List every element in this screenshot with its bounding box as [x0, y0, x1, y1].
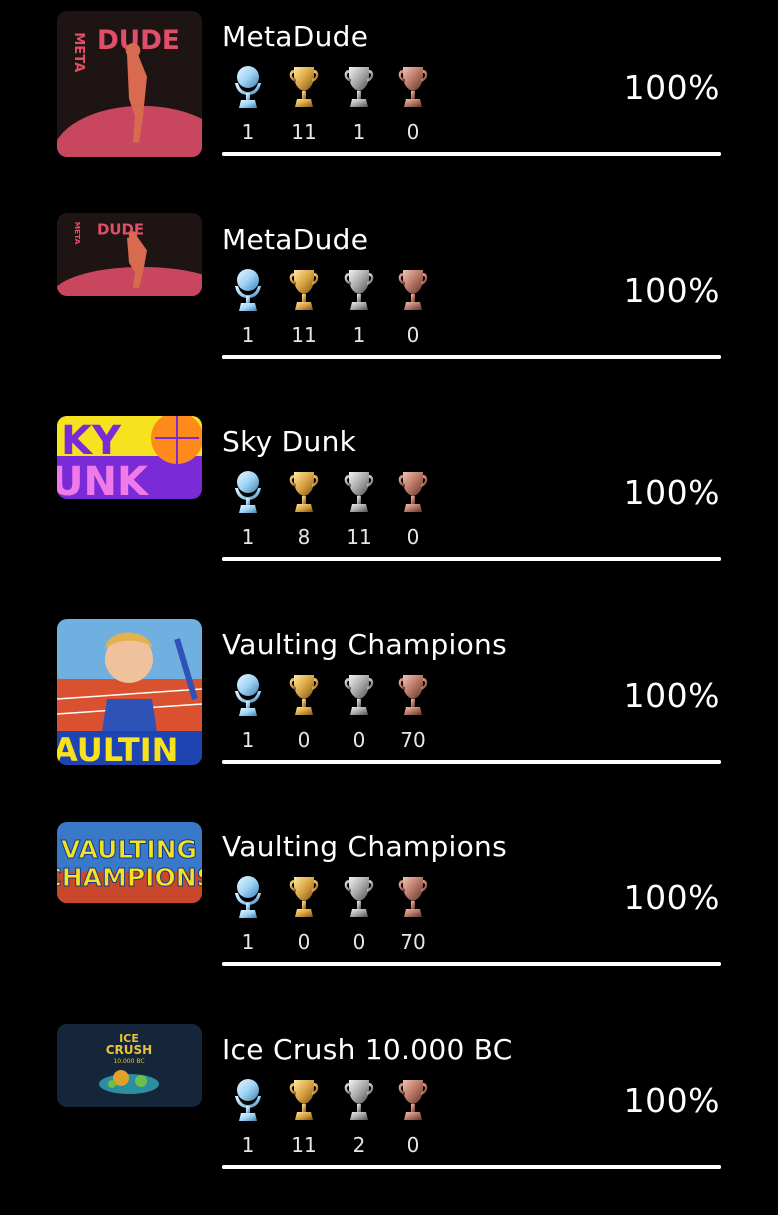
- silver-count: 2: [352, 1133, 366, 1157]
- bronze-count: 70: [400, 930, 426, 954]
- game-row[interactable]: AULTIN Vaulting Champions 1 0 0 70 100%: [0, 608, 778, 810]
- silver-trophy-icon: [344, 270, 374, 310]
- art-line2: CHAMPIONS: [57, 863, 202, 892]
- progress-fill: [222, 962, 721, 966]
- gold-trophy-icon: [289, 270, 319, 310]
- gold-trophy-icon: [289, 1080, 319, 1120]
- bronze-trophy-icon: [398, 472, 428, 512]
- gold-trophy-icon: [289, 877, 319, 917]
- art-line3: 10.000 BC: [113, 1058, 144, 1065]
- silver-trophy-icon: [344, 67, 374, 107]
- platinum-count: 1: [241, 525, 255, 549]
- bronze-trophy-icon: [398, 67, 428, 107]
- platinum-trophy-icon: [235, 876, 261, 918]
- art-line2: CRUSH: [106, 1043, 152, 1057]
- game-thumbnail[interactable]: ICE CRUSH 10.000 BC: [57, 1024, 202, 1107]
- game-art-sky-dunk: KY UNK: [57, 416, 202, 499]
- progress-fill: [222, 355, 721, 359]
- bronze-trophy-icon: [398, 1080, 428, 1120]
- progress-bar: [222, 557, 721, 561]
- game-art-vaulting-champions-2: VAULTING CHAMPIONS: [57, 822, 202, 903]
- silver-count: 1: [352, 120, 366, 144]
- silver-count: 0: [352, 930, 366, 954]
- progress-bar: [222, 355, 721, 359]
- game-art-ice-crush: ICE CRUSH 10.000 BC: [57, 1024, 202, 1107]
- platinum-count: 1: [241, 1133, 255, 1157]
- game-title: Vaulting Champions: [222, 628, 507, 661]
- gold-count: 11: [291, 323, 317, 347]
- gold-count: 11: [291, 120, 317, 144]
- gold-trophy-icon: [289, 675, 319, 715]
- completion-percent: 100%: [623, 68, 720, 107]
- progress-fill: [222, 1165, 721, 1169]
- silver-count: 0: [352, 728, 366, 752]
- completion-percent: 100%: [623, 271, 720, 310]
- progress-bar: [222, 152, 721, 156]
- bronze-trophy-icon: [398, 877, 428, 917]
- gold-trophy-icon: [289, 472, 319, 512]
- platinum-trophy-icon: [235, 471, 261, 513]
- game-title: MetaDude: [222, 20, 369, 53]
- progress-fill: [222, 152, 721, 156]
- silver-trophy-icon: [344, 675, 374, 715]
- bronze-trophy-icon: [398, 675, 428, 715]
- silver-count: 1: [352, 323, 366, 347]
- bronze-count: 70: [400, 728, 426, 752]
- art-banner: AULTIN: [57, 731, 178, 765]
- game-title: Vaulting Champions: [222, 830, 507, 863]
- game-row[interactable]: DUDE META MetaDude 1 11 1 0 100%: [0, 0, 778, 202]
- completion-percent: 100%: [623, 473, 720, 512]
- platinum-count: 1: [241, 120, 255, 144]
- art-line1: VAULTING: [61, 835, 197, 864]
- game-title: MetaDude: [222, 223, 369, 256]
- game-thumbnail[interactable]: KY UNK: [57, 416, 202, 499]
- bronze-count: 0: [406, 525, 420, 549]
- gold-count: 0: [297, 728, 311, 752]
- platinum-count: 1: [241, 323, 255, 347]
- game-row[interactable]: VAULTING CHAMPIONS Vaulting Champions100…: [0, 810, 778, 1012]
- gold-count: 8: [297, 525, 311, 549]
- bronze-count: 0: [406, 323, 420, 347]
- platinum-trophy-icon: [235, 269, 261, 311]
- art-line2: UNK: [57, 459, 150, 499]
- progress-bar: [222, 760, 721, 764]
- game-art-vaulting-champions: AULTIN: [57, 619, 202, 765]
- bronze-count: 0: [406, 120, 420, 144]
- game-row[interactable]: DUDE META MetaDude 1 11 1 0 100%: [0, 203, 778, 405]
- art-side-text: META: [73, 222, 82, 245]
- silver-count: 11: [346, 525, 372, 549]
- bronze-count: 0: [406, 1133, 420, 1157]
- platinum-count: 1: [241, 728, 255, 752]
- silver-trophy-icon: [344, 1080, 374, 1120]
- progress-fill: [222, 557, 721, 561]
- game-thumbnail[interactable]: DUDE META: [57, 213, 202, 296]
- game-row[interactable]: ICE CRUSH 10.000 BC Ice Crush 10.000 BC 1…: [0, 1013, 778, 1215]
- game-thumbnail[interactable]: VAULTING CHAMPIONS: [57, 822, 202, 903]
- progress-bar: [222, 962, 721, 966]
- silver-trophy-icon: [344, 472, 374, 512]
- platinum-trophy-icon: [235, 1079, 261, 1121]
- art-side-text: META: [71, 32, 86, 73]
- completion-percent: 100%: [623, 878, 720, 917]
- silver-trophy-icon: [344, 877, 374, 917]
- game-thumbnail[interactable]: DUDE META: [57, 11, 202, 157]
- platinum-trophy-icon: [235, 674, 261, 716]
- game-art-metadude: DUDE META: [57, 11, 202, 157]
- progress-fill: [222, 760, 721, 764]
- progress-bar: [222, 1165, 721, 1169]
- gold-count: 11: [291, 1133, 317, 1157]
- bronze-trophy-icon: [398, 270, 428, 310]
- platinum-count: 1: [241, 930, 255, 954]
- game-art-metadude: DUDE META: [57, 213, 202, 296]
- platinum-trophy-icon: [235, 66, 261, 108]
- completion-percent: 100%: [623, 676, 720, 715]
- game-row[interactable]: KY UNK Sky Dunk 1 8 11 0 100%: [0, 405, 778, 607]
- game-thumbnail[interactable]: AULTIN: [57, 619, 202, 765]
- game-title: Sky Dunk: [222, 425, 357, 458]
- gold-trophy-icon: [289, 67, 319, 107]
- completion-percent: 100%: [623, 1081, 720, 1120]
- gold-count: 0: [297, 930, 311, 954]
- art-line1: KY: [61, 418, 122, 464]
- game-title: Ice Crush 10.000 BC: [222, 1033, 513, 1066]
